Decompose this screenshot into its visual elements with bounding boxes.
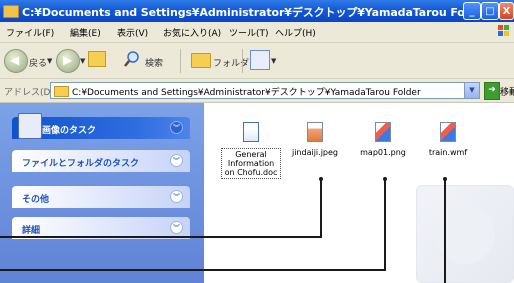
file-name: train.wmf bbox=[428, 148, 468, 157]
title-bar[interactable]: C:¥Documents and Settings¥Administrator¥… bbox=[0, 0, 514, 22]
folders-label[interactable]: フォルダ bbox=[213, 56, 249, 69]
back-button[interactable]: ◀ bbox=[4, 49, 28, 73]
address-dropdown-icon[interactable]: ▼ bbox=[464, 83, 479, 98]
callout-line bbox=[0, 269, 386, 271]
toolbar: ◀ 戻る ▼ ▶ ▼ 検索 フォルダ ▼ bbox=[0, 43, 514, 79]
search-icon[interactable] bbox=[123, 50, 141, 68]
task-section-file-folder-tasks[interactable]: ファイルとフォルダのタスク ︾ bbox=[12, 150, 190, 172]
menu-tools[interactable]: ツール(T) bbox=[229, 26, 269, 39]
chevron-down-icon[interactable]: ︾ bbox=[170, 190, 183, 203]
task-section-title: 詳細 bbox=[22, 226, 41, 236]
chevron-down-icon[interactable]: ︾ bbox=[170, 154, 183, 167]
task-section-title: ファイルとフォルダのタスク bbox=[22, 159, 140, 169]
menu-file[interactable]: ファイル(F) bbox=[6, 26, 54, 39]
chevron-down-icon[interactable]: ︾ bbox=[170, 221, 183, 234]
toolbar-separator bbox=[242, 49, 243, 73]
menu-favorites[interactable]: お気に入り(A) bbox=[163, 26, 221, 39]
png-image-icon bbox=[375, 122, 391, 142]
file-name: jindaiji.jpeg bbox=[291, 148, 338, 157]
callout-line bbox=[0, 236, 322, 238]
jpeg-image-icon bbox=[307, 122, 323, 142]
search-label[interactable]: 検索 bbox=[145, 56, 163, 69]
views-icon[interactable] bbox=[250, 50, 270, 70]
file-item[interactable]: General Information on Chofu.doc bbox=[221, 122, 281, 179]
task-section-title: 画像のタスク bbox=[42, 126, 97, 136]
folder-icon bbox=[3, 5, 19, 18]
address-label: アドレス(D) bbox=[4, 88, 54, 98]
file-item[interactable]: jindaiji.jpeg bbox=[285, 122, 345, 157]
close-button[interactable]: X bbox=[499, 2, 514, 20]
address-value[interactable]: C:¥Documents and Settings¥Administrator¥… bbox=[72, 85, 421, 98]
file-name: map01.png bbox=[360, 148, 406, 157]
windows-logo-icon bbox=[498, 25, 509, 36]
folders-icon[interactable] bbox=[191, 53, 211, 68]
wmf-image-icon bbox=[440, 122, 456, 142]
task-pane: 画像のタスク ︾ ファイルとフォルダのタスク ︾ その他 ︾ 詳細 ︾ bbox=[0, 103, 204, 283]
maximize-button[interactable]: □ bbox=[481, 2, 499, 20]
forward-dropdown-icon[interactable]: ▼ bbox=[80, 57, 85, 65]
folder-watermark-icon bbox=[416, 185, 514, 283]
explorer-window: C:¥Documents and Settings¥Administrator¥… bbox=[0, 0, 514, 283]
go-button[interactable]: 移動 bbox=[500, 85, 514, 98]
window-title: C:¥Documents and Settings¥Administrator¥… bbox=[22, 6, 489, 19]
back-label: 戻る bbox=[29, 59, 48, 69]
picture-tasks-icon bbox=[18, 113, 42, 139]
callout-line bbox=[384, 179, 386, 270]
callout-line bbox=[320, 179, 322, 237]
minimize-button[interactable]: _ bbox=[463, 2, 481, 20]
forward-button[interactable]: ▶ bbox=[56, 49, 80, 73]
file-item[interactable]: train.wmf bbox=[418, 122, 478, 157]
forward-arrow-icon: ▶ bbox=[63, 53, 73, 67]
word-document-icon bbox=[243, 122, 259, 142]
up-folder-icon[interactable] bbox=[88, 51, 106, 67]
menu-view[interactable]: 表示(V) bbox=[117, 26, 148, 39]
task-section-other[interactable]: その他 ︾ bbox=[12, 186, 190, 208]
callout-line bbox=[444, 179, 446, 283]
task-section-picture-tasks[interactable]: 画像のタスク ︾ bbox=[12, 113, 190, 139]
menu-edit[interactable]: 編集(E) bbox=[70, 26, 101, 39]
chevron-down-icon[interactable]: ︾ bbox=[170, 121, 183, 134]
address-input[interactable]: C:¥Documents and Settings¥Administrator¥… bbox=[50, 82, 480, 99]
task-section-title: その他 bbox=[22, 195, 50, 205]
back-dropdown-icon[interactable]: ▼ bbox=[47, 57, 52, 65]
views-dropdown-icon[interactable]: ▼ bbox=[271, 57, 276, 65]
address-bar: アドレス(D) C:¥Documents and Settings¥Admini… bbox=[0, 79, 514, 103]
toolbar-separator bbox=[180, 49, 181, 73]
back-arrow-icon: ◀ bbox=[10, 53, 20, 67]
go-arrow-icon[interactable]: ➜ bbox=[484, 82, 500, 100]
menu-bar: ファイル(F) 編集(E) 表示(V) お気に入り(A) ツール(T) ヘルプ(… bbox=[0, 22, 514, 43]
file-item[interactable]: map01.png bbox=[353, 122, 413, 157]
folder-icon bbox=[54, 86, 69, 97]
menu-help[interactable]: ヘルプ(H) bbox=[275, 26, 316, 39]
file-name: General Information on Chofu.doc bbox=[221, 148, 281, 179]
